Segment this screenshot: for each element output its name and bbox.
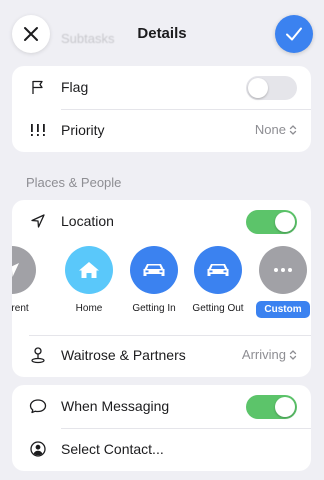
flag-label: Flag xyxy=(61,79,89,95)
location-toggle[interactable] xyxy=(246,210,297,234)
location-arrow-icon xyxy=(12,263,19,277)
section-header-places-people: Places & People xyxy=(26,175,122,190)
toggle-knob xyxy=(275,397,295,417)
location-arrow-icon xyxy=(29,212,47,230)
when-messaging-label: When Messaging xyxy=(61,398,170,414)
place-row[interactable]: Waitrose & Partners Arriving xyxy=(12,334,311,377)
preset-current-circle xyxy=(12,246,36,294)
location-presets: Current Home Getting In xyxy=(12,243,311,337)
chevron-up-down-icon xyxy=(289,349,297,360)
location-row: Location xyxy=(12,200,311,243)
flag-row: Flag xyxy=(12,66,311,109)
priority-value[interactable]: None xyxy=(255,122,297,137)
toggle-knob xyxy=(248,78,268,98)
car-icon xyxy=(143,264,165,276)
flag-priority-card: Flag Priority None xyxy=(12,66,311,152)
preset-custom-circle xyxy=(259,246,307,294)
place-value[interactable]: Arriving xyxy=(242,347,297,362)
close-button[interactable] xyxy=(12,15,50,53)
preset-label: Current xyxy=(12,303,29,314)
priority-label: Priority xyxy=(61,122,105,138)
map-pin-icon xyxy=(29,346,47,364)
preset-getting-in-circle xyxy=(130,246,178,294)
priority-icon xyxy=(29,121,47,139)
when-messaging-row: When Messaging xyxy=(12,385,311,428)
message-bubble-icon xyxy=(29,397,47,415)
header: Subtasks Details xyxy=(0,0,324,66)
checkmark-icon xyxy=(286,27,302,41)
close-icon xyxy=(24,27,38,41)
flag-icon xyxy=(29,78,47,96)
home-icon xyxy=(79,262,99,278)
done-button[interactable] xyxy=(275,15,313,53)
priority-row[interactable]: Priority None xyxy=(12,109,311,152)
select-contact-label: Select Contact... xyxy=(61,441,164,457)
when-messaging-toggle[interactable] xyxy=(246,395,297,419)
preset-home-circle xyxy=(65,246,113,294)
location-label: Location xyxy=(61,213,114,229)
priority-value-text: None xyxy=(254,122,286,137)
chevron-up-down-icon xyxy=(289,124,297,135)
preset-custom[interactable]: Custom xyxy=(245,246,311,318)
messaging-card: When Messaging Select Contact... xyxy=(12,385,311,471)
preset-current[interactable]: Current xyxy=(12,246,50,314)
flag-toggle[interactable] xyxy=(246,76,297,100)
place-value-text: Arriving xyxy=(241,347,286,362)
preset-getting-out-circle xyxy=(194,246,242,294)
preset-label-selected: Custom xyxy=(256,301,310,318)
toggle-knob xyxy=(275,212,295,232)
location-card: Location Current Home xyxy=(12,200,311,377)
place-label: Waitrose & Partners xyxy=(61,347,186,363)
select-contact-row[interactable]: Select Contact... xyxy=(12,428,311,471)
person-circle-icon xyxy=(29,440,47,458)
ellipsis-icon xyxy=(274,268,292,272)
car-icon xyxy=(207,264,229,276)
